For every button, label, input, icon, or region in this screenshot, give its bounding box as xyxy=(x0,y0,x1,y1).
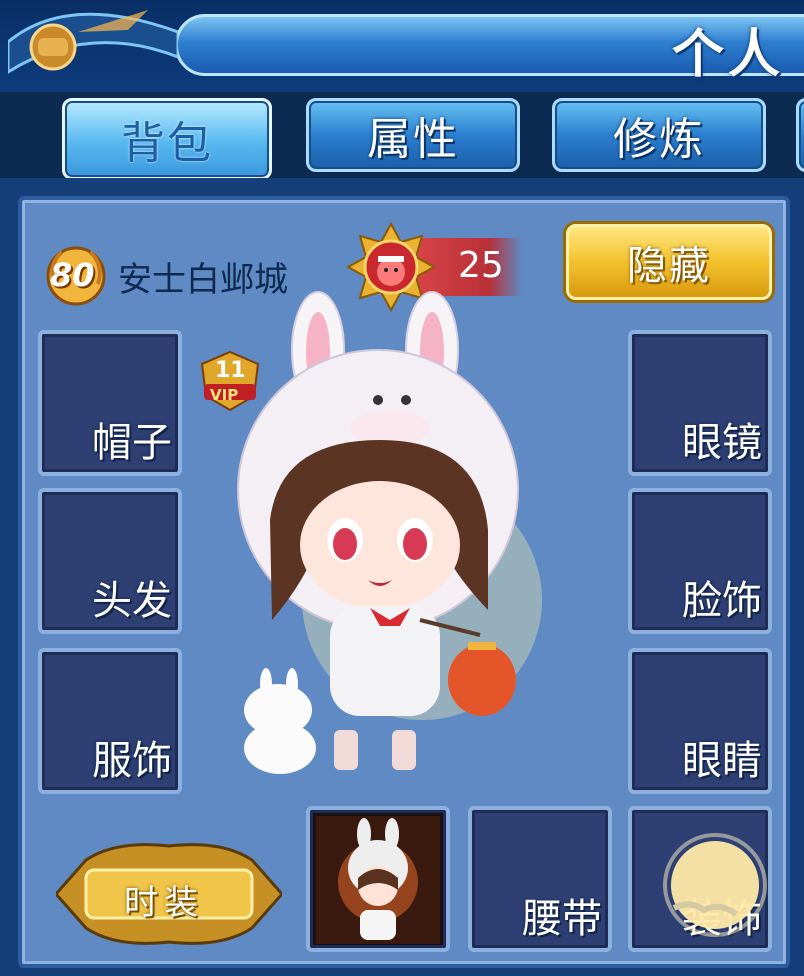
level-text: 80 xyxy=(50,256,95,294)
tab-training[interactable]: 修炼 xyxy=(552,98,766,172)
rocket-emblem-icon xyxy=(8,10,178,74)
tab-bag[interactable]: 背包 xyxy=(62,98,272,180)
tab-bag-label: 背包 xyxy=(121,118,213,169)
tab-attributes[interactable]: 属性 xyxy=(306,98,520,172)
tab-training-label: 修炼 xyxy=(613,114,705,165)
slot-hat[interactable]: 帽子 xyxy=(38,330,182,476)
slot-glasses[interactable]: 眼镜 xyxy=(628,330,772,476)
tab-attributes-label: 属性 xyxy=(367,114,459,165)
slot-hair-label: 头发 xyxy=(92,578,172,624)
slot-hat-label: 帽子 xyxy=(92,420,172,466)
slot-face-label: 脸饰 xyxy=(682,578,762,624)
slot-belt-label: 腰带 xyxy=(522,896,602,942)
slot-face[interactable]: 脸饰 xyxy=(628,488,772,634)
hide-button-label: 隐藏 xyxy=(627,243,711,289)
slot-eyes[interactable]: 眼睛 xyxy=(628,648,772,794)
slot-eyes-label: 眼睛 xyxy=(682,738,762,784)
character-avatar xyxy=(237,291,542,774)
slot-glasses-label: 眼镜 xyxy=(682,420,762,466)
tab-partial[interactable] xyxy=(796,98,804,172)
slot-clothing-label: 服饰 xyxy=(92,738,172,784)
moon-decoration-icon xyxy=(663,833,767,937)
slot-hair[interactable]: 头发 xyxy=(38,488,182,634)
currency-count: 25 xyxy=(458,245,504,286)
fashion-button-label: 时装 xyxy=(124,883,204,923)
outfit-portrait-icon xyxy=(316,816,440,944)
hide-button[interactable]: 隐藏 xyxy=(566,224,772,300)
slot-clothing[interactable]: 服饰 xyxy=(38,648,182,794)
slot-belt[interactable]: 腰带 xyxy=(468,806,612,952)
slot-outfit-item[interactable] xyxy=(306,806,450,952)
